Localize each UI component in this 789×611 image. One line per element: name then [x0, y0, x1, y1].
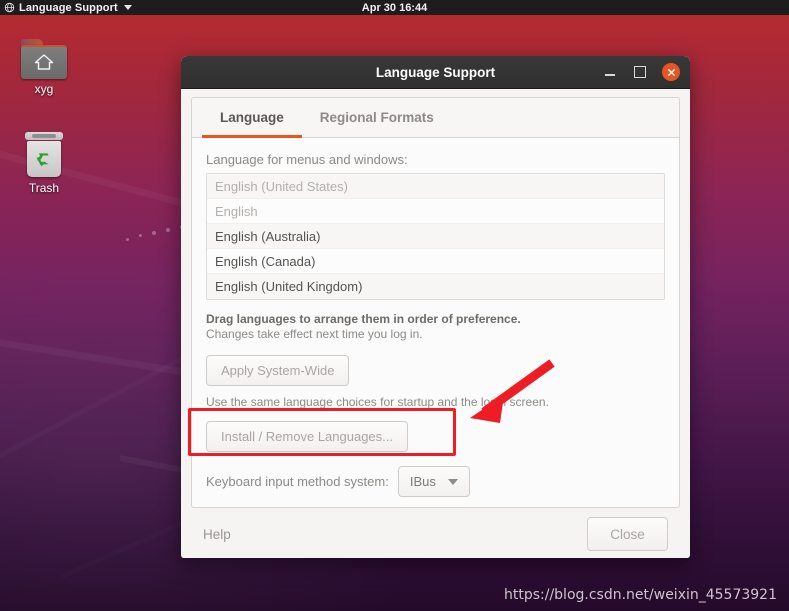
language-list[interactable]: English (United States) English English …	[206, 173, 665, 300]
trash-icon	[24, 132, 64, 178]
language-name: English (Canada)	[215, 253, 316, 269]
desktop-icon-label: Trash	[28, 181, 60, 195]
dialog-title-bar[interactable]: Language Support	[181, 56, 690, 89]
close-button[interactable]: Close	[587, 517, 668, 551]
minimize-icon[interactable]	[602, 64, 618, 80]
close-icon[interactable]	[662, 63, 680, 81]
list-item[interactable]: English (Canada)	[207, 249, 664, 274]
window-controls	[602, 63, 690, 81]
apply-row: Apply System-Wide	[206, 355, 665, 386]
globe-icon	[4, 2, 15, 13]
dialog-footer: Help Close	[181, 508, 690, 558]
install-row: Install / Remove Languages...	[206, 421, 665, 452]
language-name: English	[215, 203, 258, 219]
topbar-app-name: Language Support	[19, 1, 118, 14]
tab-notebook: Language Regional Formats Language for m…	[191, 97, 680, 508]
language-name: English (United Kingdom)	[215, 279, 363, 294]
input-method-value: IBus	[409, 474, 436, 489]
list-item[interactable]: English	[207, 199, 664, 224]
language-name: English (Australia)	[215, 228, 321, 244]
desktop-icon-home[interactable]: xyg	[8, 39, 80, 96]
input-method-label: Keyboard input method system:	[206, 474, 389, 489]
chevron-down-icon	[447, 478, 458, 485]
language-section-label: Language for menus and windows:	[206, 152, 408, 167]
apply-hint: Use the same language choices for startu…	[206, 395, 549, 409]
language-name: English (United States)	[215, 178, 348, 194]
list-item[interactable]: English (United Kingdom)	[207, 274, 664, 299]
tab-bar: Language Regional Formats	[192, 98, 679, 138]
list-item[interactable]: English (United States)	[207, 174, 664, 199]
desktop-icon-label: xyg	[34, 82, 54, 96]
install-remove-languages-button[interactable]: Install / Remove Languages...	[206, 421, 408, 452]
tab-regional-formats-label: Regional Formats	[319, 109, 434, 125]
tab-language-label: Language	[220, 109, 284, 125]
input-method-dropdown[interactable]: IBus	[397, 466, 470, 497]
language-tab-content: Language for menus and windows: English …	[192, 138, 679, 507]
tab-language[interactable]: Language	[202, 99, 302, 138]
changes-hint: Changes take effect next time you log in…	[206, 327, 423, 341]
help-button[interactable]: Help	[203, 527, 231, 542]
apply-system-wide-button[interactable]: Apply System-Wide	[206, 355, 350, 386]
watermark-text: https://blog.csdn.net/weixin_45573921	[503, 587, 777, 603]
language-support-dialog: Language Support Language Regional Forma…	[181, 56, 690, 558]
drag-hint: Drag languages to arrange them in order …	[206, 312, 521, 326]
maximize-icon[interactable]	[632, 64, 648, 80]
tab-regional-formats[interactable]: Regional Formats	[302, 99, 452, 138]
desktop-icon-trash[interactable]: Trash	[8, 132, 80, 195]
caret-down-icon	[123, 5, 132, 10]
home-folder-icon	[21, 39, 67, 79]
list-item[interactable]: English (Australia)	[207, 224, 664, 249]
topbar-app-menu[interactable]: Language Support	[0, 2, 132, 14]
input-method-row: Keyboard input method system: IBus	[206, 466, 665, 497]
system-top-bar: Language Support Apr 30 16:44	[0, 0, 789, 15]
